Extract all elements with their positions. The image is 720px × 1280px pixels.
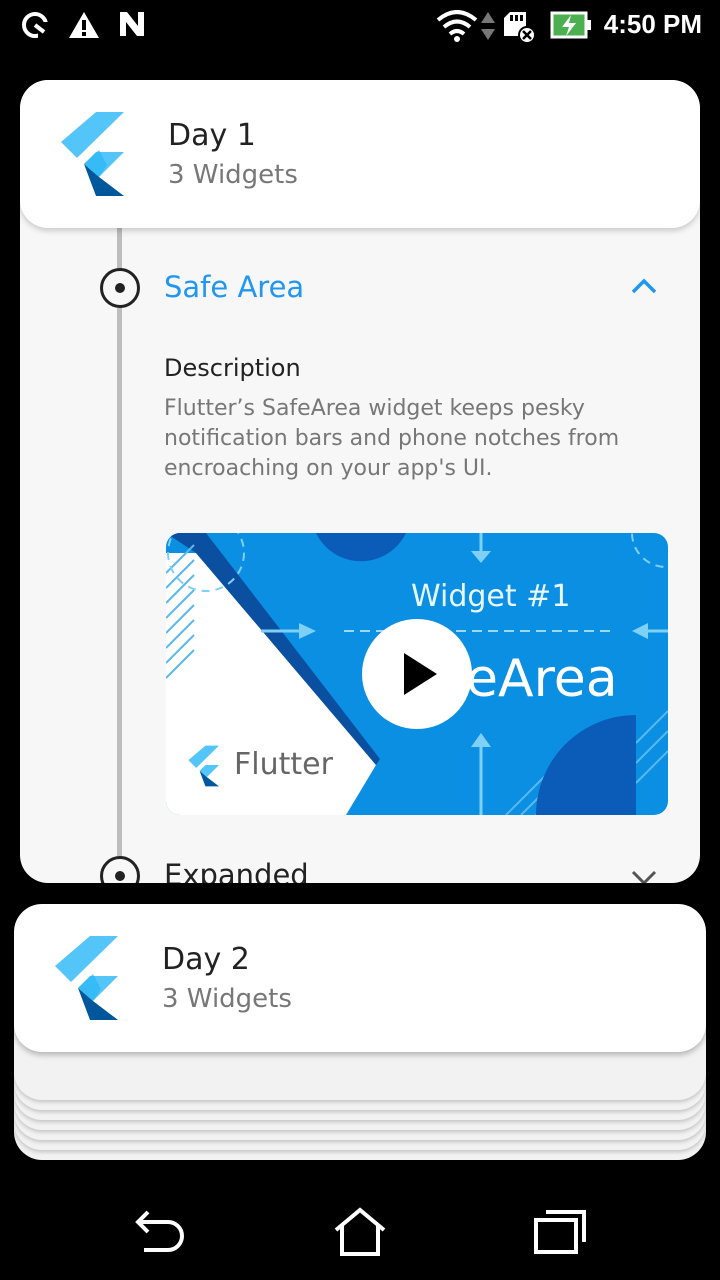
wifi-icon: [436, 10, 478, 42]
day-2-subtitle: 3 Widgets: [162, 984, 292, 1014]
n-logo-icon: [120, 12, 144, 36]
timeline-dot: [100, 856, 140, 883]
item-title-safe-area[interactable]: Safe Area: [164, 270, 304, 304]
day-2-card[interactable]: Day 2 3 Widgets: [14, 904, 706, 1052]
speedometer-icon: [22, 12, 50, 40]
flutter-logo-icon: [55, 936, 118, 1020]
day-1-header[interactable]: Day 1 3 Widgets: [20, 80, 700, 228]
day-1-subtitle: 3 Widgets: [168, 160, 298, 190]
navigation-bar: [0, 1180, 720, 1280]
battery-charging-icon: [550, 11, 591, 39]
video-brand: Flutter: [234, 747, 333, 782]
timeline-line: [117, 228, 122, 883]
flutter-logo-small-icon: [188, 745, 220, 787]
warning-icon: [69, 12, 99, 38]
day-1-title: Day 1: [168, 118, 256, 153]
day-2-title: Day 2: [162, 942, 250, 977]
status-time: 4:50 PM: [603, 9, 702, 39]
data-arrows-icon: [481, 12, 495, 40]
play-icon: [404, 653, 437, 695]
timeline-dot: [100, 268, 140, 308]
day-1-card: Day 1 3 Widgets Safe Area Description Fl…: [20, 80, 700, 883]
description-text: Flutter’s SafeArea widget keeps pesky no…: [164, 396, 620, 481]
back-icon[interactable]: [132, 1206, 188, 1256]
play-button[interactable]: [362, 619, 472, 729]
video-thumbnail[interactable]: Widget #1 eArea Flutter: [166, 533, 668, 815]
description-heading: Description: [164, 354, 301, 382]
video-title: eArea: [466, 649, 618, 709]
recents-icon[interactable]: [532, 1206, 588, 1256]
chevron-up-icon[interactable]: [630, 276, 658, 296]
status-bar: 4:50 PM: [0, 0, 720, 50]
chevron-down-icon[interactable]: [630, 868, 658, 883]
flutter-logo-icon: [61, 112, 124, 196]
item-title-expanded[interactable]: Expanded: [164, 858, 309, 883]
home-icon[interactable]: [332, 1206, 388, 1258]
video-widget-label: Widget #1: [411, 579, 571, 614]
sd-card-icon: [504, 12, 536, 44]
